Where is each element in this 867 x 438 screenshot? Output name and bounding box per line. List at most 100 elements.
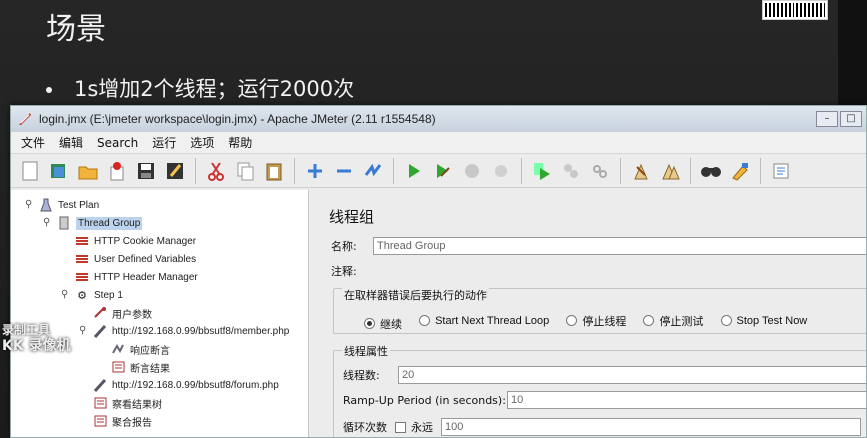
pin-icon: ⚲ xyxy=(43,217,51,228)
shutdown-icon[interactable] xyxy=(488,158,514,184)
reset-search-icon[interactable] xyxy=(727,158,753,184)
tree-item-header-manager[interactable]: HTTP Header Manager xyxy=(75,268,198,286)
threads-label: 线程数: xyxy=(343,369,380,382)
gear-icon: ⚙ xyxy=(77,289,87,302)
threads-field[interactable]: 20 xyxy=(398,366,866,384)
radio-label: 停止测试 xyxy=(659,315,704,328)
pin-icon: ⚲ xyxy=(61,289,69,300)
toolbar-separator xyxy=(690,157,691,184)
tree-item-label: User Defined Variables xyxy=(94,253,197,265)
clear-all-icon[interactable] xyxy=(657,158,683,184)
save-as-icon[interactable] xyxy=(162,158,188,184)
forever-checkbox[interactable] xyxy=(395,421,406,433)
function-helper-icon[interactable] xyxy=(768,158,794,184)
toggle-icon[interactable] xyxy=(360,158,386,184)
bullet-dot-icon xyxy=(46,87,52,93)
templates-icon[interactable] xyxy=(46,158,72,184)
tree-item-user-defined-variables[interactable]: User Defined Variables xyxy=(75,250,196,268)
radio-icon xyxy=(419,315,431,326)
start-no-pause-icon[interactable] xyxy=(430,158,456,184)
tree-item-thread-group[interactable]: Thread Group xyxy=(57,214,143,232)
comment-label: 注释: xyxy=(331,265,357,278)
save-icon[interactable] xyxy=(133,158,159,184)
forever-label: 永远 xyxy=(411,421,433,434)
remote-start-icon[interactable] xyxy=(529,158,555,184)
tree-item-label: HTTP Cookie Manager xyxy=(94,235,197,247)
listener-icon xyxy=(111,360,125,374)
jmeter-window: login.jmx (E:\jmeter workspace\login.jmx… xyxy=(10,105,867,438)
remote-stop-icon[interactable] xyxy=(558,158,584,184)
name-label: 名称: xyxy=(331,240,357,253)
start-icon[interactable] xyxy=(401,158,427,184)
sampler-icon xyxy=(93,324,107,338)
toolbar-separator xyxy=(393,157,394,184)
radio-label: 继续 xyxy=(380,318,402,331)
expand-icon[interactable] xyxy=(302,158,328,184)
jmeter-feather-icon xyxy=(19,113,31,125)
search-icon[interactable] xyxy=(698,158,724,184)
slide-bullet-text: 1s增加2个线程；运行2000次 xyxy=(74,77,355,101)
tree-item-label: http://192.168.0.99/bbsutf8/forum.php xyxy=(112,379,279,391)
name-field[interactable]: Thread Group xyxy=(373,237,866,255)
clear-icon[interactable] xyxy=(628,158,654,184)
menu-file[interactable]: 文件 xyxy=(21,134,45,151)
radio-stop-test[interactable]: 停止测试 xyxy=(643,313,703,329)
tree-item-test-plan[interactable]: Test Plan xyxy=(39,196,99,214)
pin-icon: ⚲ xyxy=(25,199,33,210)
window-title: login.jmx (E:\jmeter workspace\login.jmx… xyxy=(39,112,436,126)
config-icon xyxy=(75,252,89,266)
maximize-button[interactable]: □ xyxy=(840,111,862,127)
tree-item-assertion-results[interactable]: 断言结果 xyxy=(111,358,170,376)
radio-start-next-loop[interactable]: Start Next Thread Loop xyxy=(419,315,549,327)
radio-stop-test-now[interactable]: Stop Test Now xyxy=(720,315,807,327)
remote-shutdown-icon[interactable] xyxy=(587,158,613,184)
menu-edit[interactable]: 编辑 xyxy=(59,134,83,151)
slide-title: 场景 xyxy=(46,12,106,47)
tree-item-response-assertion[interactable]: 响应断言 xyxy=(111,340,170,358)
toolbar-separator xyxy=(521,157,522,184)
new-icon[interactable] xyxy=(17,158,43,184)
toolbar-separator xyxy=(760,157,761,184)
open-icon[interactable] xyxy=(75,158,101,184)
tree-item-label: 察看结果树 xyxy=(112,399,162,411)
error-action-options: 继续 Start Next Thread Loop 停止线程 停止测试 Stop… xyxy=(364,311,819,332)
rampup-field[interactable]: 10 xyxy=(507,391,866,409)
menu-bar: 文件 编辑 Search 运行 选项 帮助 xyxy=(11,132,866,154)
qr-code-icon xyxy=(762,0,828,20)
minimize-button[interactable]: – xyxy=(816,111,838,127)
tree-item-forum-php[interactable]: http://192.168.0.99/bbsutf8/forum.php xyxy=(93,376,279,394)
close-icon[interactable] xyxy=(104,158,130,184)
tree-item-step-1[interactable]: ⚙ Step 1 xyxy=(75,286,123,304)
tree-item-aggregate-report[interactable]: 聚合报告 xyxy=(93,412,152,430)
tree-item-member-php[interactable]: http://192.168.0.99/bbsutf8/member.php xyxy=(93,322,289,340)
paste-icon[interactable] xyxy=(261,158,287,184)
tree-item-label: HTTP Header Manager xyxy=(94,271,198,283)
tree-item-cookie-manager[interactable]: HTTP Cookie Manager xyxy=(75,232,196,250)
test-plan-tree: ⚲ Test Plan ⚲ Thread Group HTTP Cookie M… xyxy=(11,190,309,437)
stop-icon[interactable] xyxy=(459,158,485,184)
radio-selected-icon xyxy=(364,318,375,329)
collapse-icon[interactable] xyxy=(331,158,357,184)
loop-count-field[interactable]: 100 xyxy=(441,418,861,436)
radio-label: 停止线程 xyxy=(582,315,627,328)
menu-run[interactable]: 运行 xyxy=(152,134,176,151)
menu-help[interactable]: 帮助 xyxy=(228,134,252,151)
config-icon xyxy=(75,234,89,248)
thread-properties-title: 线程属性 xyxy=(342,343,390,359)
flask-icon xyxy=(39,198,53,212)
copy-icon[interactable] xyxy=(232,158,258,184)
tree-item-user-parameters[interactable]: 用户参数 xyxy=(93,304,152,322)
menu-search[interactable]: Search xyxy=(97,136,138,150)
assertion-icon xyxy=(111,342,125,356)
menu-options[interactable]: 选项 xyxy=(190,134,214,151)
listener-icon xyxy=(93,414,107,428)
radio-stop-thread[interactable]: 停止线程 xyxy=(566,313,626,329)
radio-icon xyxy=(643,315,655,326)
tree-item-label: 断言结果 xyxy=(130,363,170,375)
radio-continue[interactable]: 继续 xyxy=(364,316,402,332)
tree-item-view-results-tree[interactable]: 察看结果树 xyxy=(93,394,162,412)
panel-title: 线程组 xyxy=(329,208,375,226)
tree-item-label: Step 1 xyxy=(94,289,123,301)
slide-bullet: 1s增加2个线程；运行2000次 xyxy=(46,73,354,103)
cut-icon[interactable] xyxy=(203,158,229,184)
